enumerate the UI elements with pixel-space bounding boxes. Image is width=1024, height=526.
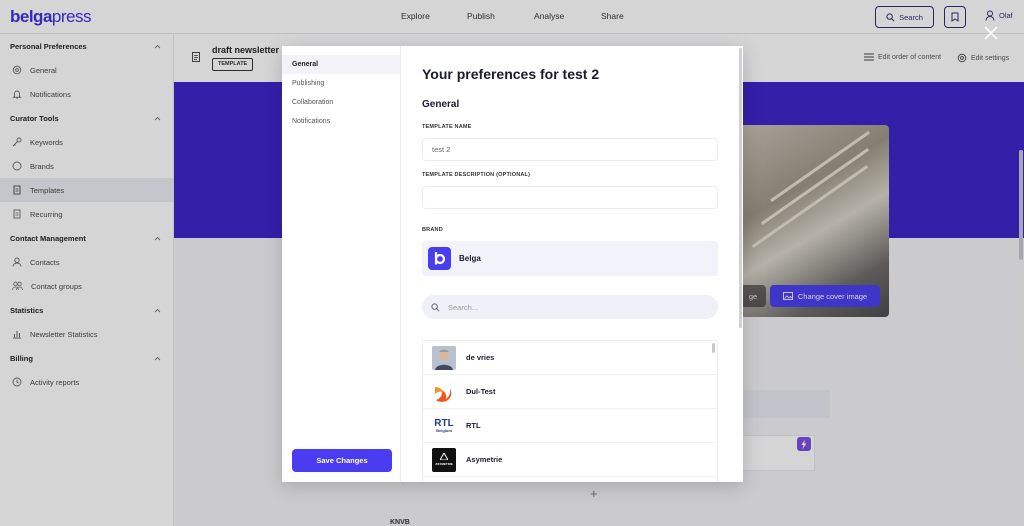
modal-content: Your preferences for test 2 General TEMP… (402, 46, 743, 482)
brand-item-asymetrie[interactable]: ASYMETRIE Asymetrie (423, 443, 717, 477)
rtl-logo-icon: RTL Belgium (434, 417, 454, 433)
brand-item-dul-test[interactable]: Dul-Test (423, 375, 717, 409)
brand-label: BRAND (422, 227, 443, 233)
modal-nav-notifications[interactable]: Notifications (282, 112, 400, 131)
search-placeholder: Search... (448, 302, 479, 312)
asymetrie-logo-icon: ASYMETRIE (432, 447, 456, 472)
modal-nav-publishing[interactable]: Publishing (282, 74, 400, 93)
brand-item-de-vries[interactable]: de vries (423, 341, 717, 375)
de-vries-avatar-icon (432, 345, 456, 370)
modal-scrollbar[interactable] (739, 48, 742, 328)
section-title: General (422, 99, 460, 110)
template-name-input[interactable]: test 2 (422, 138, 718, 161)
template-name-label: TEMPLATE NAME (422, 124, 472, 130)
template-description-input[interactable] (422, 186, 718, 209)
brand-search-input[interactable]: Search... (422, 295, 718, 319)
brand-list: de vries Dul-Test RTL Belgium RTL ASYMET… (422, 340, 718, 482)
brand-item-rtl[interactable]: RTL Belgium RTL (423, 409, 717, 443)
save-changes-button[interactable]: Save Changes (292, 449, 392, 472)
selected-brand-name: Belga (459, 254, 481, 263)
modal-nav: General Publishing Collaboration Notific… (282, 46, 401, 482)
brand-list-scrollbar[interactable] (712, 343, 715, 353)
belga-logo-icon (428, 247, 451, 270)
selected-brand[interactable]: Belga (422, 241, 718, 276)
template-description-label: TEMPLATE DESCRIPTION (OPTIONAL) (422, 172, 531, 178)
modal-title: Your preferences for test 2 (422, 66, 600, 82)
preferences-modal: General Publishing Collaboration Notific… (282, 46, 743, 482)
flame-logo-icon (432, 380, 456, 404)
modal-nav-collaboration[interactable]: Collaboration (282, 93, 400, 112)
close-icon[interactable] (983, 25, 999, 41)
modal-nav-general[interactable]: General (282, 55, 400, 74)
search-icon (431, 302, 440, 311)
